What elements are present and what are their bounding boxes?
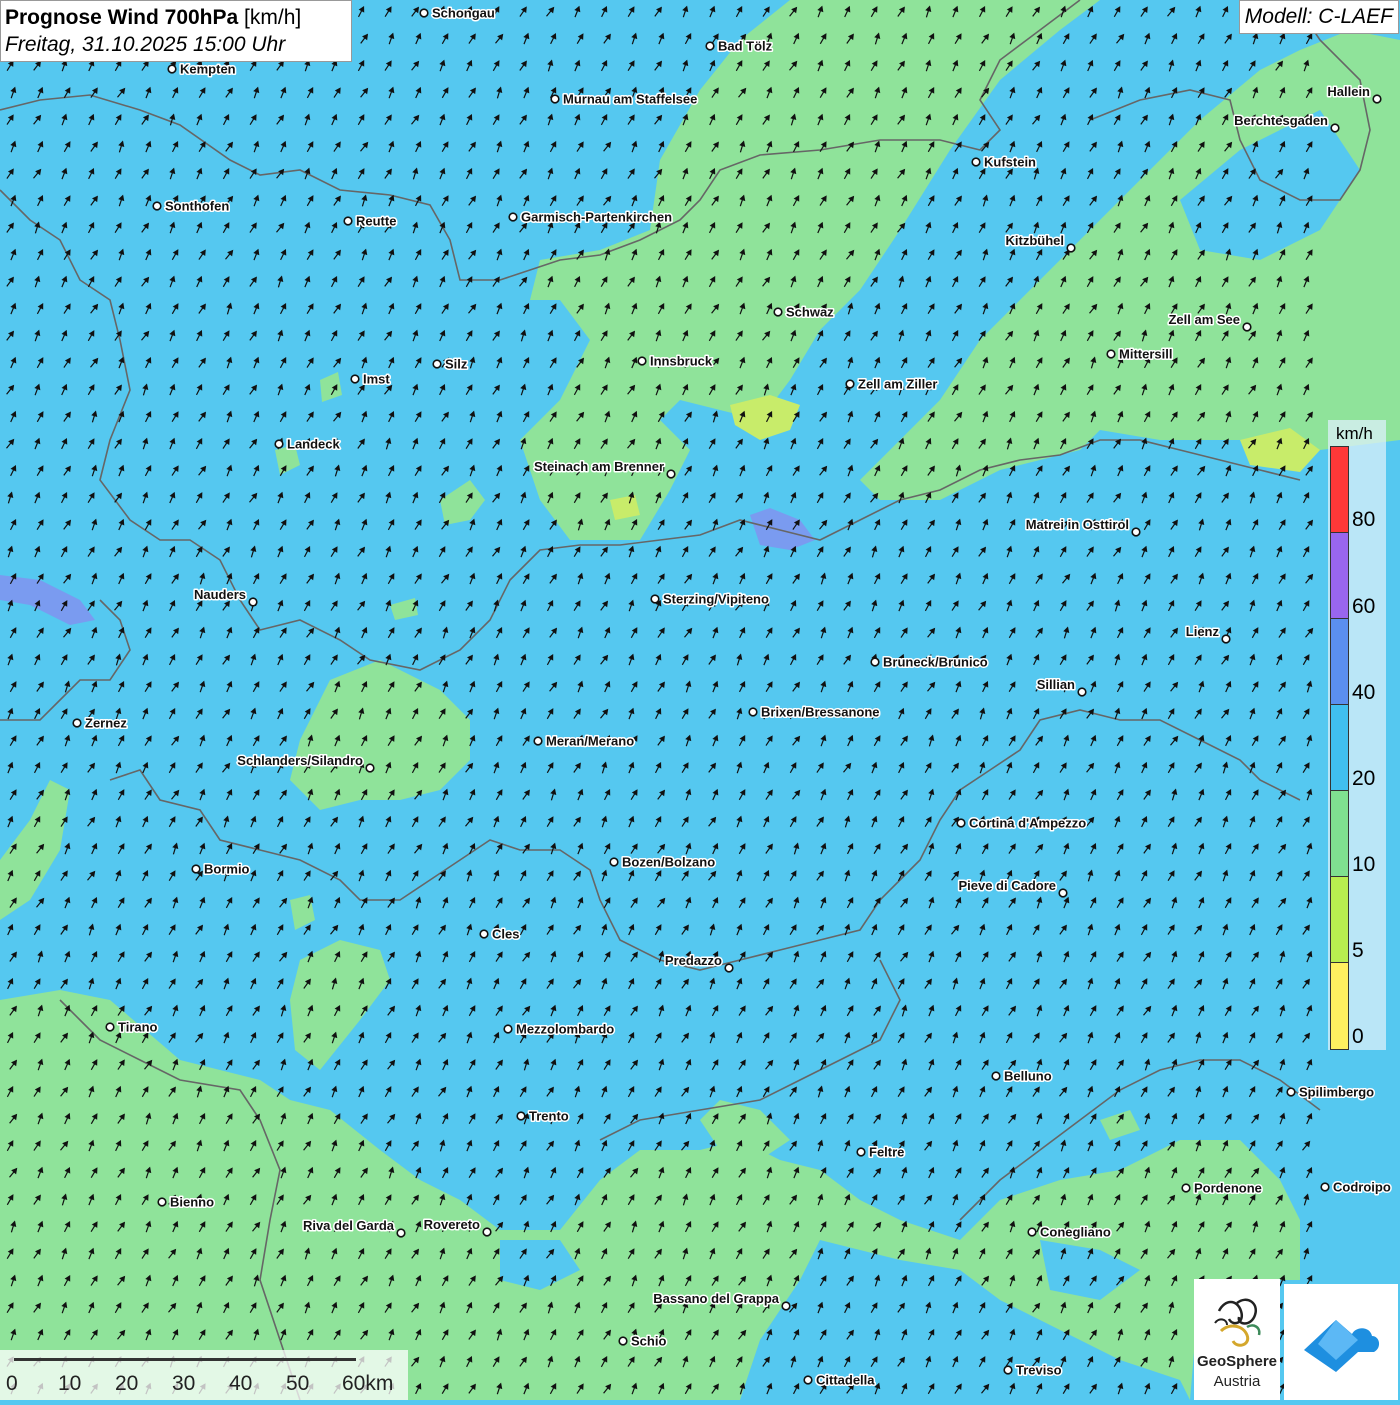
wind-map[interactable]: Schongau Bad Tölz Kempten Murnau am Staffel… (0, 0, 1400, 1401)
